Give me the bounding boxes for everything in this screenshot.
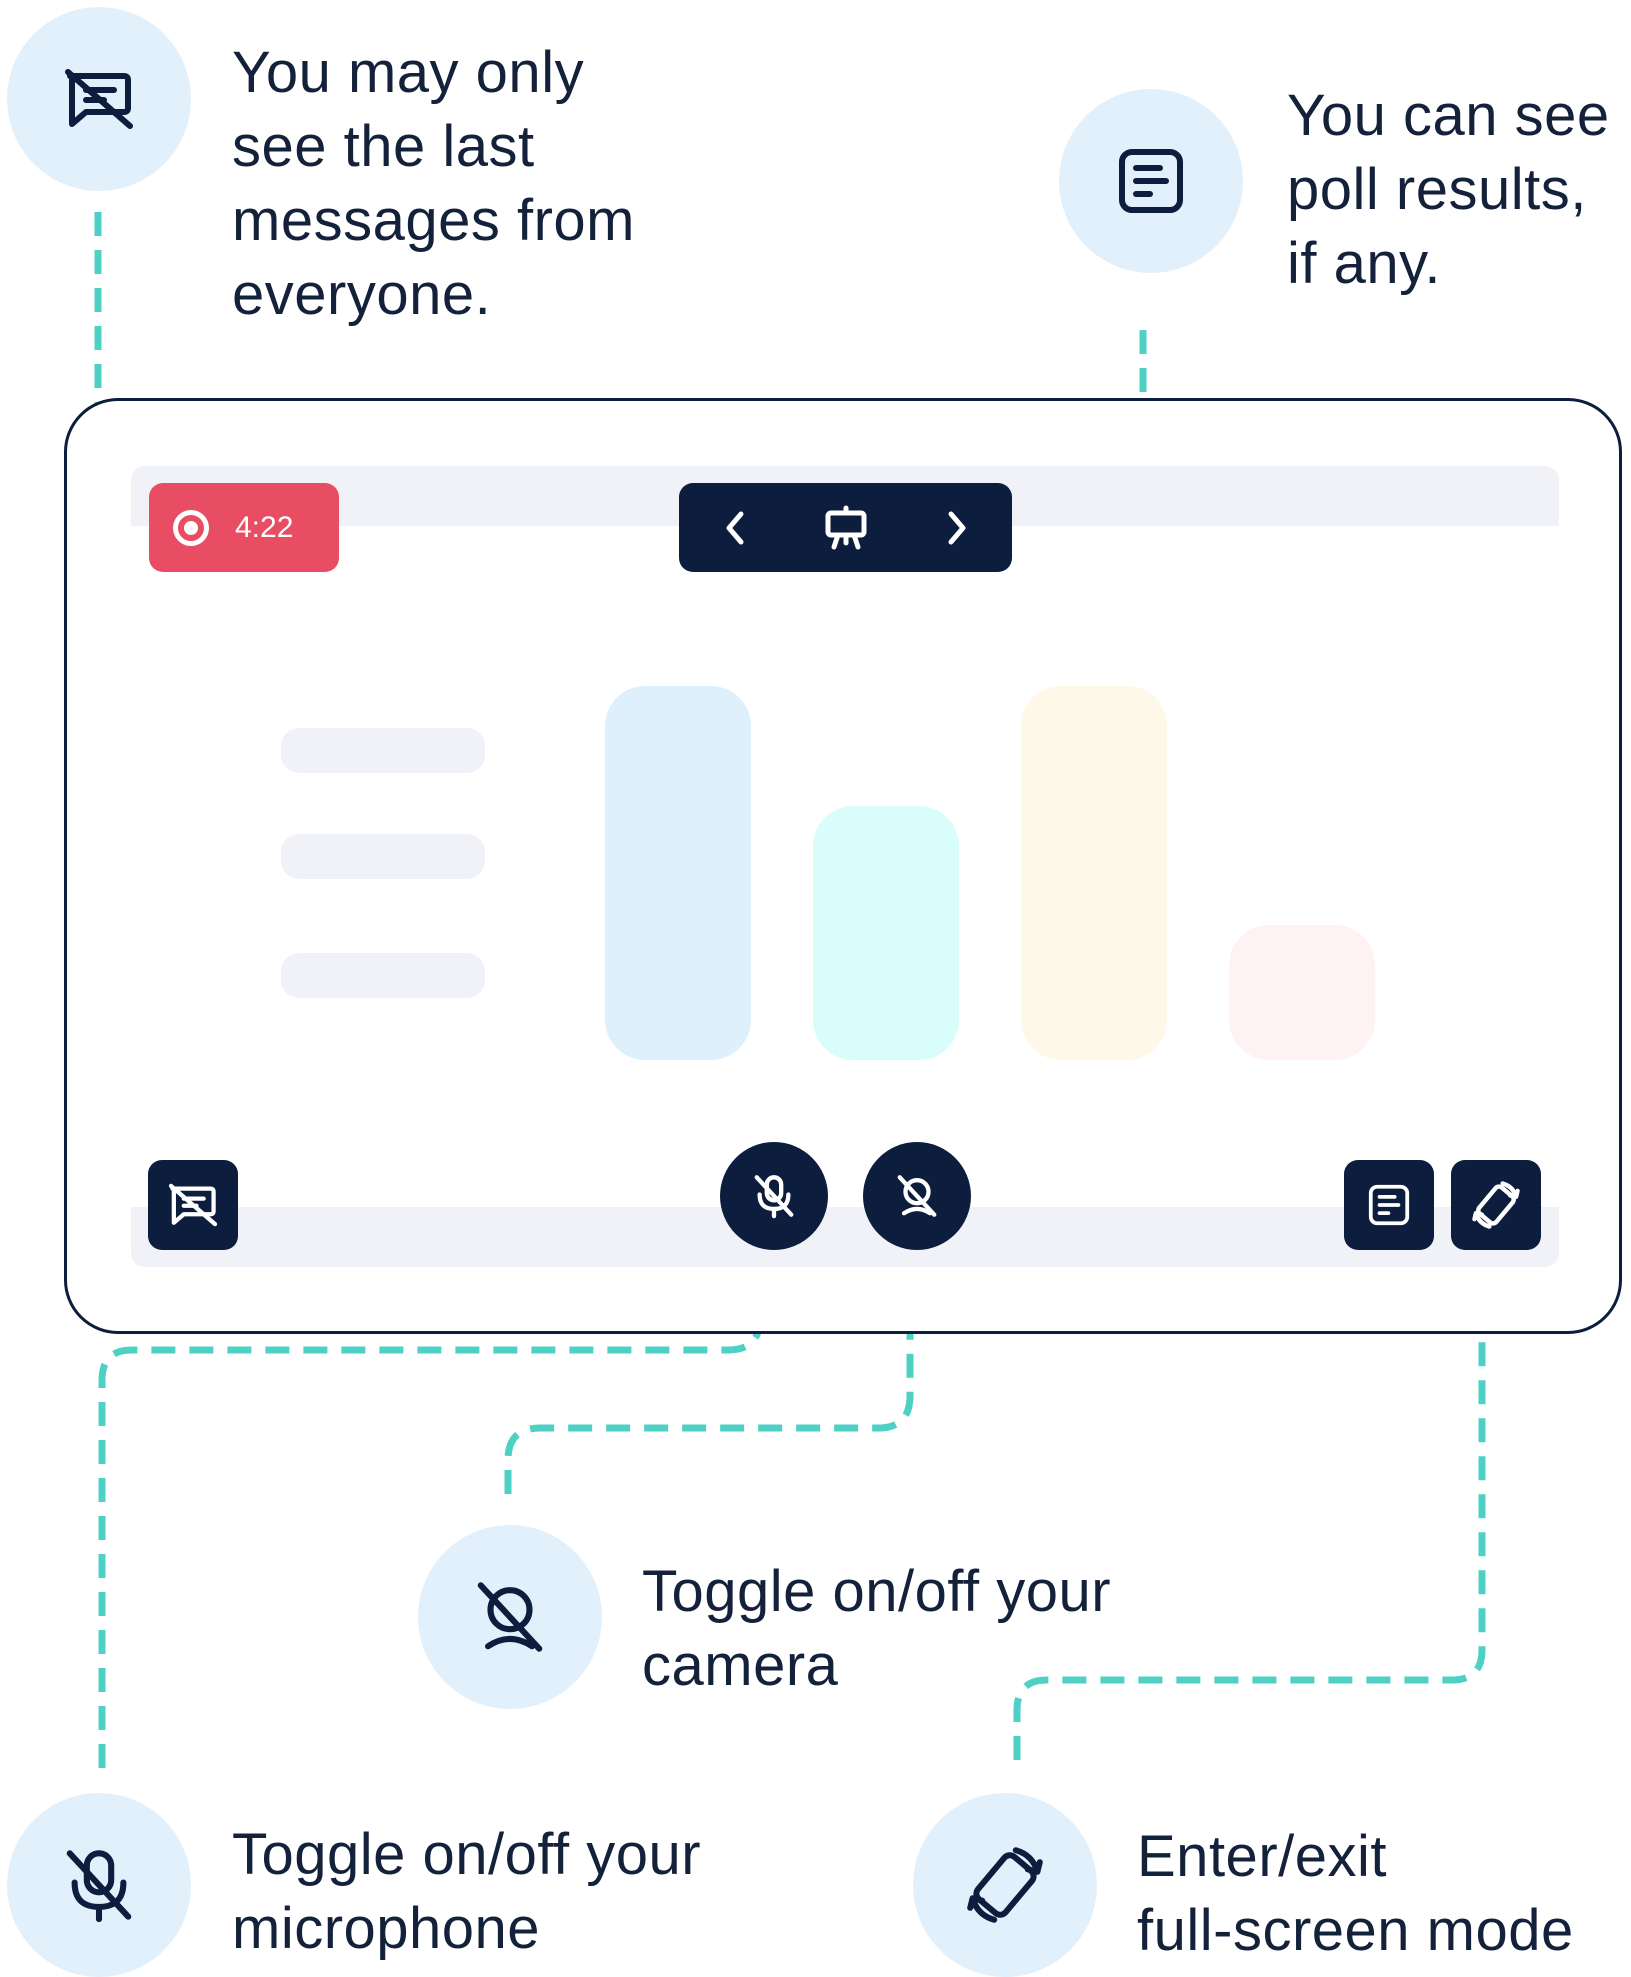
poll-results-button[interactable] (1344, 1160, 1434, 1250)
placeholder-bar (813, 806, 959, 1060)
slide-navigation (679, 483, 1012, 572)
chat-callout-icon-circle (7, 7, 191, 191)
placeholder-bar (1229, 925, 1375, 1060)
rotate-device-icon (1472, 1181, 1520, 1229)
placeholder-bar (605, 686, 751, 1060)
previous-slide-button[interactable] (705, 483, 765, 572)
chat-button[interactable] (148, 1160, 238, 1250)
camera-off-icon (477, 1582, 543, 1652)
fullscreen-button[interactable] (1451, 1160, 1541, 1250)
camera-toggle-button[interactable] (863, 1142, 971, 1250)
camera-callout-icon-circle (418, 1525, 602, 1709)
placeholder-bar (1021, 686, 1167, 1060)
chat-off-icon (168, 1183, 218, 1227)
microphone-toggle-button[interactable] (720, 1142, 828, 1250)
text-line-placeholder (281, 728, 485, 773)
poll-results-icon (1368, 1184, 1410, 1226)
presentation-button[interactable] (810, 483, 882, 572)
microphone-callout-text: Toggle on/off your microphone (232, 1822, 702, 1961)
recording-time: 4:22 (235, 510, 294, 544)
rotate-device-icon (967, 1847, 1043, 1923)
text-line-placeholder (281, 953, 485, 998)
record-icon (173, 509, 209, 546)
microphone-off-icon (754, 1175, 794, 1219)
fullscreen-callout-icon-circle (913, 1793, 1097, 1977)
chat-callout-text: You may only see the last messages from … (232, 40, 635, 327)
chevron-right-icon (948, 511, 966, 544)
poll-callout-text: You can see poll results, if any. (1287, 83, 1610, 296)
next-slide-button[interactable] (927, 483, 987, 572)
fullscreen-callout-text: Enter/exit full-screen mode (1137, 1824, 1574, 1963)
microphone-callout-icon-circle (7, 1793, 191, 1977)
chat-off-icon (65, 69, 133, 129)
text-line-placeholder (281, 834, 485, 879)
microphone-off-icon (66, 1850, 132, 1923)
recording-badge: 4:22 (149, 483, 339, 572)
poll-results-icon (1119, 149, 1183, 213)
camera-callout-text: Toggle on/off your camera (642, 1559, 1112, 1698)
poll-callout-icon-circle (1059, 89, 1243, 273)
chevron-left-icon (726, 511, 744, 544)
camera-off-icon (897, 1175, 937, 1217)
presentation-icon (825, 505, 867, 549)
